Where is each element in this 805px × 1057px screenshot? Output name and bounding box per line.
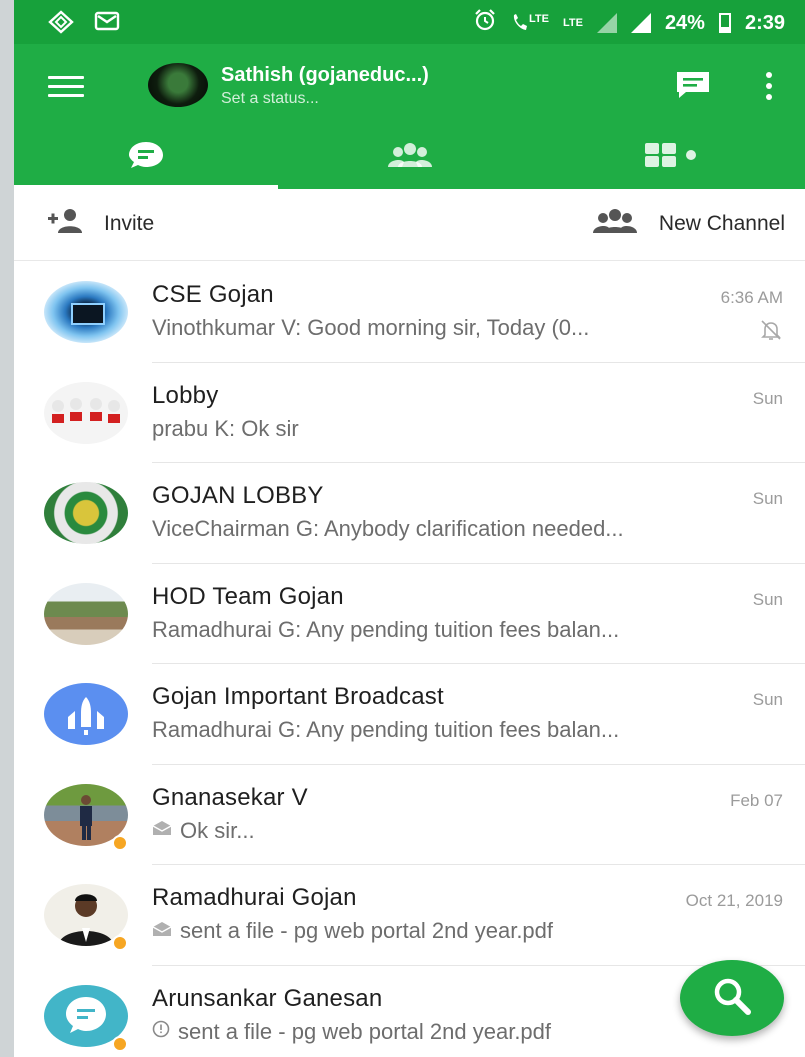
conversation-preview: sent a file - pg web portal 2nd year.pdf [152,918,742,944]
conversation-time: 6:36 AM [720,288,783,307]
conversation-title: CSE Gojan [152,281,274,308]
conversation-preview: Ramadhurai G: Any pending tuition fees b… [152,717,742,743]
conversation-preview: Vinothkumar V: Good morning sir, Today (… [152,315,742,341]
status-bar: LTE LTE 24% 2:39 [14,0,805,44]
conversation-preview: sent a file - pg web portal 2nd year.pdf [152,1019,742,1045]
signal-icon [596,13,617,33]
lte-label-2: LTE [562,17,583,29]
preview-text: Ramadhurai G: Any pending tuition fees b… [152,616,620,642]
list-item[interactable]: Ramadhurai Gojan Oct 21, 2019 sent a fil… [14,865,805,966]
action-row: Invite New Channel [14,189,805,261]
list-item[interactable]: HOD Team Gojan Sun Ramadhurai G: Any pen… [14,564,805,664]
muted-bell-icon [759,318,783,342]
conversation-time: Sun [752,489,783,508]
people-icon [387,141,433,174]
preview-text: ViceChairman G: Anybody clarification ne… [152,516,624,541]
clock: 2:39 [744,11,785,34]
preview-text: sent a file - pg web portal 2nd year.pdf [180,918,554,943]
compose-icon[interactable] [674,70,712,100]
conversation-title: Gnanasekar V [152,783,308,811]
apps-icon [643,141,703,174]
chat-icon [126,139,166,176]
conversation-preview: Ok sir... [152,818,742,844]
avatar[interactable] [148,63,208,107]
preview-text: sent a file - pg web portal 2nd year.pdf [178,1018,552,1044]
conversation-title: Gojan Important Broadcast [152,683,444,710]
menu-icon[interactable] [48,76,84,98]
avatar [44,281,128,343]
conversation-title: Arunsankar Ganesan [152,984,383,1012]
envelope-open-icon [152,820,172,841]
invite-label: Invite [104,212,155,235]
conversation-time: Sun [752,388,783,408]
conversation-list: CSE Gojan 6:36 AM Vinothkumar V: Good mo… [14,262,805,1057]
conversation-title: GOJAN LOBBY [152,482,324,509]
away-status-dot [112,1035,128,1052]
list-item[interactable]: GOJAN LOBBY Sun ViceChairman G: Anybody … [14,463,805,564]
mail-icon [94,10,120,39]
conversation-preview: ViceChairman G: Anybody clarification ne… [152,516,742,542]
volte-call-icon: LTE [511,13,549,33]
search-icon [710,974,754,1023]
tab-apps[interactable] [541,126,805,189]
conversation-preview: Ramadhurai G: Any pending tuition fees b… [152,617,742,643]
list-item[interactable]: Lobby Sun prabu K: Ok sir [14,363,805,463]
battery-icon [718,13,731,33]
conversation-preview: prabu K: Ok sir [152,416,742,442]
tab-contacts[interactable] [278,126,542,189]
lte-label: LTE [529,13,549,25]
alarm-icon [473,8,497,38]
tab-chats[interactable] [14,126,278,189]
avatar [44,683,128,745]
conversation-time: Sun [752,690,783,709]
preview-text: prabu K: Ok sir [152,415,299,441]
app-icon [48,10,74,39]
conversation-time: Oct 21, 2019 [685,891,783,910]
avatar [44,582,128,645]
app-bar: Sathish (gojaneduc...) Set a status... [14,44,805,189]
battery-percent: 24% [664,11,705,34]
new-channel-button[interactable]: New Channel [592,207,785,241]
info-icon [152,1020,170,1043]
list-item[interactable]: Gnanasekar V Feb 07 Ok sir... [14,765,805,865]
preview-text: Ramadhurai G: Any pending tuition fees b… [152,717,620,742]
more-options-icon[interactable] [759,68,779,104]
new-channel-label: New Channel [658,212,785,235]
search-button[interactable] [680,960,784,1036]
signal-icon-2 [630,13,651,33]
conversation-time: Feb 07 [730,790,783,810]
envelope-open-icon [152,921,172,942]
list-item[interactable]: CSE Gojan 6:36 AM Vinothkumar V: Good mo… [14,262,805,363]
avatar [44,381,128,444]
preview-text: Vinothkumar V: Good morning sir, Today (… [152,315,590,340]
conversation-title: HOD Team Gojan [152,582,344,610]
conversation-title: Ramadhurai Gojan [152,884,357,911]
avatar [44,482,128,544]
invite-button[interactable]: Invite [46,207,154,241]
phone-screen: LTE LTE 24% 2:39 Sathish (gojaneduc...) … [14,0,805,1057]
tab-bar [14,126,805,189]
away-status-dot [112,834,128,851]
group-icon [592,207,637,241]
conversation-title: Lobby [152,381,219,409]
conversation-time: Sun [752,589,783,609]
add-person-icon [46,207,86,241]
preview-text: Ok sir... [180,817,255,843]
user-status[interactable]: Set a status... [221,90,319,108]
list-item[interactable]: Gojan Important Broadcast Sun Ramadhurai… [14,664,805,765]
away-status-dot [112,935,128,951]
broadcast-icon [68,697,104,735]
user-name[interactable]: Sathish (gojaneduc...) [221,64,429,87]
